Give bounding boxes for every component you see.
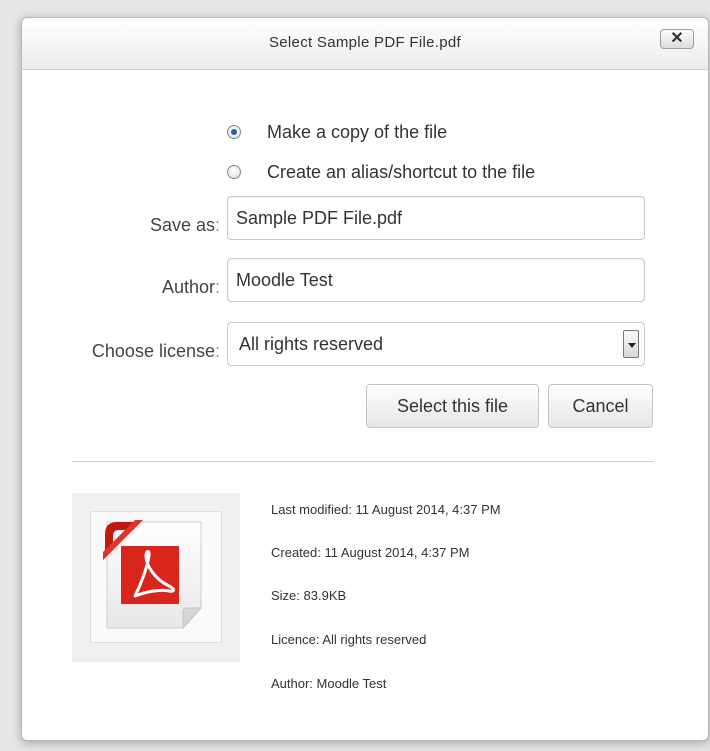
file-thumbnail [72, 493, 240, 662]
option-create-alias[interactable]: Create an alias/shortcut to the file [227, 160, 535, 184]
last-modified-text: Last modified: 11 August 2014, 4:37 PM [271, 502, 501, 517]
size-text: Size: 83.9KB [271, 588, 347, 603]
close-button[interactable]: ✕ [660, 29, 694, 49]
author-input[interactable] [227, 258, 645, 302]
cancel-button[interactable]: Cancel [548, 384, 653, 428]
license-select-value: All rights reserved [239, 334, 384, 354]
pdf-file-icon [103, 520, 203, 630]
save-as-input[interactable] [227, 196, 645, 240]
dialog-titlebar: Select Sample PDF File.pdf ✕ [22, 18, 708, 70]
thumbnail-inner [90, 511, 222, 643]
file-picker-dialog: Select Sample PDF File.pdf ✕ Make a copy… [21, 17, 709, 741]
select-this-file-button[interactable]: Select this file [366, 384, 539, 428]
dialog-title: Select Sample PDF File.pdf [268, 34, 462, 51]
created-text: Created: 11 August 2014, 4:37 PM [271, 545, 470, 560]
author-text: Author: Moodle Test [271, 676, 387, 691]
license-label: Choose license: [91, 341, 220, 361]
radio-create-alias[interactable] [227, 165, 241, 179]
chevron-down-icon[interactable] [623, 330, 639, 358]
option-make-copy[interactable]: Make a copy of the file [227, 120, 447, 144]
divider [72, 461, 654, 462]
save-as-label: Save as: [149, 215, 220, 235]
author-label: Author: [161, 277, 220, 297]
radio-make-copy[interactable] [227, 125, 241, 139]
close-icon: ✕ [670, 30, 684, 47]
option-make-copy-label: Make a copy of the file [267, 121, 448, 142]
option-create-alias-label: Create an alias/shortcut to the file [267, 161, 536, 182]
license-select[interactable]: All rights reserved [227, 322, 645, 366]
licence-text: Licence: All rights reserved [271, 632, 427, 647]
